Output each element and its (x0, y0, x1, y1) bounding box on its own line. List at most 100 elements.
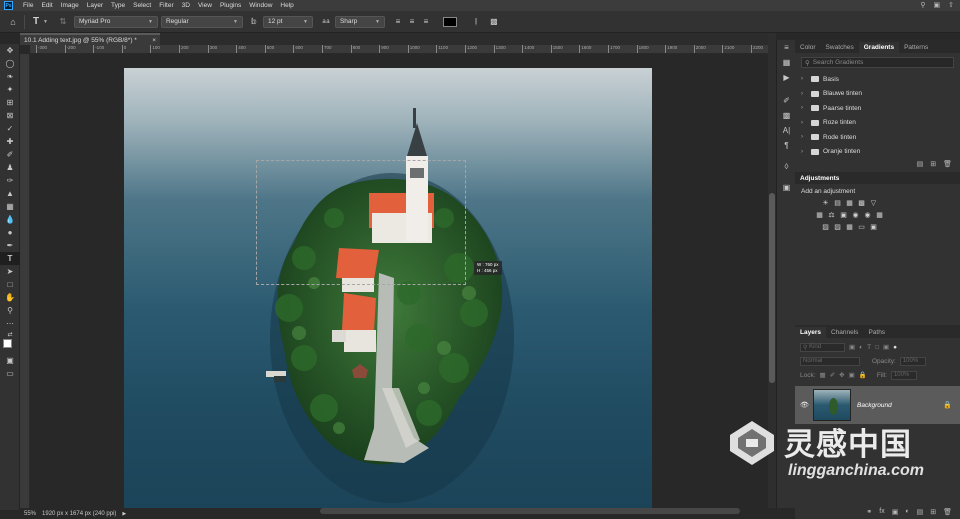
curves-icon[interactable]: ▦ (845, 200, 854, 208)
zoom-tool-icon[interactable]: ⚲ (0, 304, 20, 317)
3d-icon[interactable]: ◊ (777, 159, 796, 174)
menu-layer[interactable]: Layer (83, 2, 107, 9)
lock-pixels-icon[interactable]: ✐ (830, 371, 835, 379)
foreground-background-colors[interactable] (0, 338, 20, 354)
tab-swatches[interactable]: Swatches (821, 42, 859, 53)
gradient-folder-item[interactable]: › Oranje tinten (795, 145, 960, 157)
dodge-tool-icon[interactable]: ● (0, 226, 20, 239)
gradient-folder-item[interactable]: › Roze tinten (795, 116, 960, 131)
font-style-select[interactable]: Regular ▼ (160, 15, 243, 28)
menu-plugins[interactable]: Plugins (216, 2, 245, 9)
document-tab[interactable]: 10.1 Adding text.jpg @ 55% (RGB/8*) * × (20, 33, 160, 45)
lock-artboard-icon[interactable]: ▣ (849, 371, 855, 379)
gradient-folder-item[interactable]: › Paarse tinten (795, 101, 960, 116)
tab-patterns[interactable]: Patterns (899, 42, 933, 53)
menu-filter[interactable]: Filter (155, 2, 177, 9)
layer-name[interactable]: Background (857, 402, 892, 409)
gradient-map-icon[interactable]: ▭ (857, 224, 866, 232)
hand-tool-icon[interactable]: ✋ (0, 291, 20, 304)
chevron-right-icon[interactable]: › (801, 134, 807, 140)
gradient-folder-item[interactable]: › Rode tinten (795, 130, 960, 145)
vibrance-icon[interactable]: ▽ (869, 200, 878, 208)
close-icon[interactable]: × (152, 37, 156, 44)
menu-window[interactable]: Window (245, 2, 276, 9)
align-center-icon[interactable]: ≡ (405, 17, 419, 26)
threshold-icon[interactable]: ▦ (845, 224, 854, 232)
hue-saturation-icon[interactable]: ▦ (815, 212, 824, 220)
lasso-tool-icon[interactable]: ❧ (0, 70, 20, 83)
type-tool-preset-icon[interactable]: T (29, 16, 43, 27)
gradient-folder-item[interactable]: › Basis (795, 72, 960, 87)
play-actions-icon[interactable]: ▶ (777, 70, 796, 85)
zoom-level[interactable]: 55% (24, 511, 36, 517)
eye-icon[interactable]: 👁 (800, 401, 809, 409)
selective-color-icon[interactable]: ▣ (869, 224, 878, 232)
filter-pixel-icon[interactable]: ▣ (849, 343, 855, 351)
filter-type-icon[interactable]: T (867, 344, 871, 351)
horizontal-scroll-thumb[interactable] (320, 508, 740, 514)
search-icon[interactable]: ⚲ (920, 1, 925, 9)
clone-stamp-tool-icon[interactable]: ♟ (0, 161, 20, 174)
menu-help[interactable]: Help (276, 2, 297, 9)
libraries-icon[interactable]: ▦ (777, 55, 796, 70)
chevron-right-icon[interactable]: › (801, 76, 807, 82)
tab-channels[interactable]: Channels (826, 327, 863, 338)
brushes-icon[interactable]: ▩ (777, 108, 796, 123)
toggle-orientation-icon[interactable]: ⇅ (56, 17, 70, 26)
object-select-tool-icon[interactable]: ✦ (0, 83, 20, 96)
font-size-select[interactable]: 12 pt ▼ (262, 15, 313, 28)
tab-color[interactable]: Color (795, 42, 821, 53)
menu-image[interactable]: Image (57, 2, 83, 9)
chevron-right-icon[interactable]: › (801, 120, 807, 126)
canvas-area[interactable]: W : 760 px H : 456 px (31, 55, 768, 508)
menu-view[interactable]: View (194, 2, 216, 9)
home-icon[interactable]: ⌂ (6, 17, 20, 27)
quick-mask-icon[interactable]: ▣ (0, 354, 20, 367)
paragraph-icon[interactable]: ¶ (777, 138, 796, 153)
foreground-color-swatch[interactable] (3, 339, 12, 348)
menu-select[interactable]: Select (129, 2, 155, 9)
antialias-select[interactable]: Sharp ▼ (334, 15, 385, 28)
new-gradient-icon[interactable]: ⊞ (930, 160, 936, 168)
blur-tool-icon[interactable]: 💧 (0, 213, 20, 226)
gradient-folder-item[interactable]: › Blauwe tinten (795, 87, 960, 102)
properties-icon[interactable]: ≡ (777, 40, 796, 55)
opacity-input[interactable]: 100% (899, 356, 926, 366)
share-icon[interactable]: ⇧ (948, 1, 954, 9)
chevron-right-icon[interactable]: › (801, 91, 807, 97)
menu-3d[interactable]: 3D (178, 2, 194, 9)
exposure-icon[interactable]: ▩ (857, 200, 866, 208)
filter-shape-icon[interactable]: □ (875, 344, 879, 351)
tab-paths[interactable]: Paths (863, 327, 890, 338)
pen-tool-icon[interactable]: ✒ (0, 239, 20, 252)
frame-tool-icon[interactable]: ⊠ (0, 109, 20, 122)
more-tools-icon[interactable]: ⋯ (0, 317, 20, 330)
menu-edit[interactable]: Edit (37, 2, 56, 9)
chevron-right-icon[interactable]: ▶ (122, 511, 126, 517)
brightness-contrast-icon[interactable]: ☀ (821, 200, 830, 208)
font-family-select[interactable]: Myriad Pro ▼ (73, 15, 158, 28)
trash-icon[interactable]: 🗑 (943, 160, 952, 168)
character-panel-icon[interactable]: ▩ (487, 17, 501, 26)
text-color-swatch[interactable] (442, 16, 457, 27)
marquee-tool-icon[interactable]: ◯ (0, 57, 20, 70)
workspace-icon[interactable]: ▣ (934, 1, 941, 9)
lock-position-icon[interactable]: ✥ (839, 371, 844, 379)
photo-filter-icon[interactable]: ◉ (851, 212, 860, 220)
eyedropper-tool-icon[interactable]: ✓ (0, 122, 20, 135)
brush-settings-icon[interactable]: ✐ (777, 93, 796, 108)
posterize-icon[interactable]: ▨ (833, 224, 842, 232)
warp-text-icon[interactable]: ḷ (469, 17, 483, 26)
black-white-icon[interactable]: ▣ (839, 212, 848, 220)
crop-tool-icon[interactable]: ⊞ (0, 96, 20, 109)
color-lookup-icon[interactable]: ▦ (875, 212, 884, 220)
vertical-scroll-thumb[interactable] (769, 193, 775, 383)
color-balance-icon[interactable]: ⚖ (827, 212, 836, 220)
character-icon[interactable]: A| (777, 123, 796, 138)
chevron-right-icon[interactable]: › (801, 149, 807, 155)
swap-colors-icon[interactable]: ⇄ (0, 330, 20, 338)
tab-layers[interactable]: Layers (795, 327, 826, 338)
filter-adjustment-icon[interactable]: ◐ (859, 344, 863, 351)
type-tool-icon[interactable]: T (0, 252, 20, 265)
blend-mode-select[interactable]: Normal (800, 356, 860, 366)
